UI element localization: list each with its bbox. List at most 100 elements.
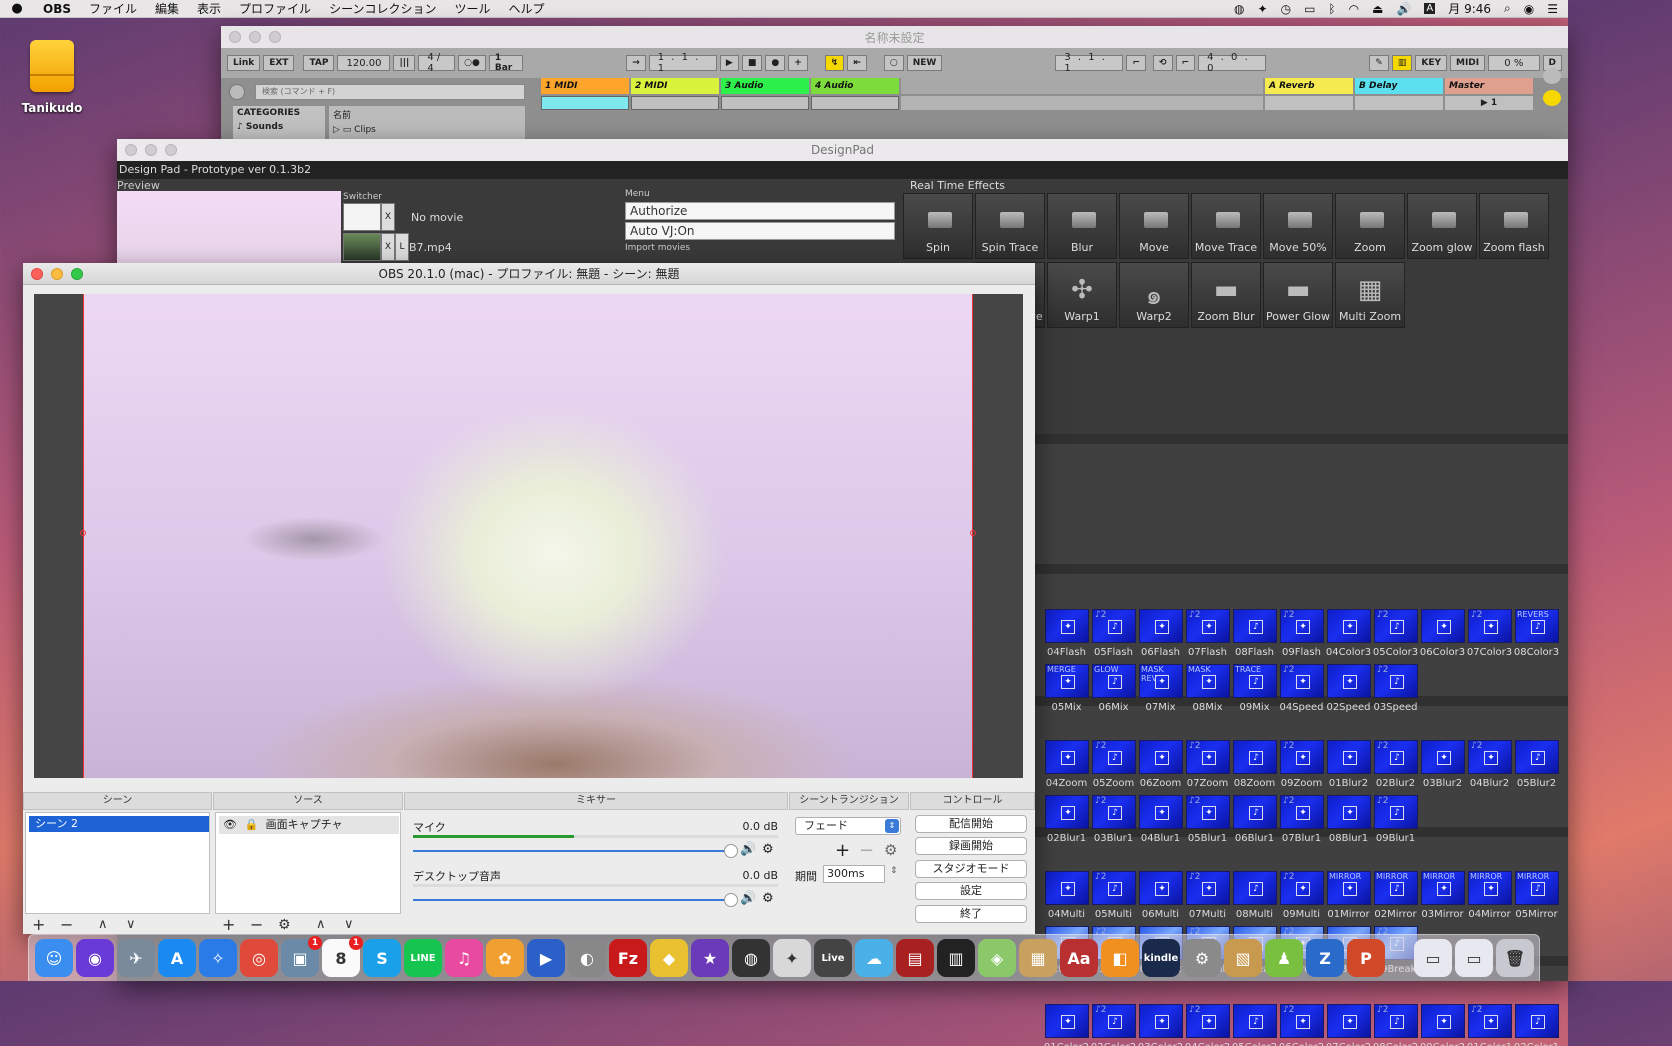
dock-books-icon[interactable]: ◧ — [1101, 939, 1139, 977]
add-scene-icon[interactable]: + — [32, 917, 45, 933]
speaker-icon[interactable]: 🔊 — [740, 842, 756, 857]
clip-tile[interactable]: ✦♪2 — [1186, 609, 1230, 643]
dock-downloads-icon[interactable]: ▭ — [1414, 939, 1452, 977]
key-map-button[interactable]: KEY — [1415, 55, 1447, 71]
dock-android-icon[interactable]: ♟ — [1265, 939, 1303, 977]
clip-tile[interactable]: ✦♪2 — [1280, 740, 1324, 774]
obs-preview-canvas[interactable] — [34, 294, 1023, 778]
switcher-clear-button[interactable]: X — [381, 233, 395, 261]
ext-button[interactable]: EXT — [263, 55, 295, 71]
move-up-icon[interactable]: ∧ — [316, 918, 326, 932]
clip-slot[interactable] — [631, 96, 719, 110]
clip-slot[interactable] — [1265, 96, 1353, 110]
clip-tile[interactable]: ✦♪2 — [1468, 740, 1512, 774]
nudge-icon[interactable]: ||| — [393, 55, 416, 71]
track-2-midi[interactable]: 2 MIDI — [631, 78, 719, 94]
move-down-icon[interactable]: ∨ — [344, 918, 354, 932]
zoom-icon[interactable] — [165, 144, 177, 156]
apple-menu-icon[interactable]: ● — [0, 1, 34, 16]
clip-tile[interactable]: ♪ GLOW — [1092, 664, 1136, 698]
close-icon[interactable] — [229, 31, 241, 43]
dock-system-preferences-icon[interactable]: ⚙ — [1183, 939, 1221, 977]
dock-zoom-icon[interactable]: Z — [1306, 939, 1344, 977]
clip-tile[interactable]: ✦ — [1139, 871, 1183, 905]
mixer-mic-slider-knob[interactable] — [724, 844, 738, 858]
clip-tile[interactable]: ✦♪2 — [1186, 871, 1230, 905]
lock-icon[interactable]: 🔒 — [244, 818, 258, 831]
settings-button[interactable]: 設定 — [915, 882, 1027, 900]
computer-midi-icon[interactable]: ▥ — [1391, 55, 1413, 71]
gear-icon[interactable]: ⚙ — [762, 842, 774, 857]
loop-icon[interactable]: ⟲ — [1153, 55, 1173, 71]
browser-search-input[interactable]: 検索 (コマンド + F) — [255, 84, 525, 100]
clock[interactable]: 月 9:46 — [1448, 0, 1491, 17]
dock-tool-icon[interactable]: ✦ — [773, 939, 811, 977]
draw-mode-icon[interactable]: ✎ — [1369, 55, 1389, 71]
clip-tile[interactable]: ✦ MASK — [1186, 664, 1230, 698]
clip-tile[interactable]: ✦ — [1421, 740, 1465, 774]
dock-line-icon[interactable]: LINE — [404, 939, 442, 977]
drive-label[interactable]: Tanikudo — [14, 101, 90, 115]
follow-icon[interactable]: → — [626, 55, 646, 71]
tap-button[interactable]: TAP — [303, 55, 335, 71]
clip-tile[interactable]: ✦♪2 — [1186, 1004, 1230, 1038]
track-a-reverb[interactable]: A Reverb — [1265, 78, 1353, 94]
dock-skype-icon[interactable]: S — [363, 939, 401, 977]
dock-kindle-icon[interactable]: kindle — [1142, 939, 1180, 977]
zoom-icon[interactable] — [71, 268, 83, 280]
clip-tile[interactable]: ♪♪2 — [1374, 740, 1418, 774]
wifi-icon[interactable]: ◠ — [1349, 2, 1359, 16]
switcher-clear-button[interactable]: X — [381, 203, 395, 231]
clip-tile[interactable]: ✦ — [1327, 795, 1371, 829]
dock-notes-icon[interactable]: ▦ — [1019, 939, 1057, 977]
arrangement-position[interactable]: 1 . 1 . 1 — [648, 52, 717, 74]
clip-tile[interactable]: ♪♪2 — [1374, 609, 1418, 643]
effect-power-glow[interactable]: ▬ Power Glow — [1263, 262, 1333, 328]
minimize-icon[interactable] — [145, 144, 157, 156]
clip-tile[interactable]: ♪ — [1515, 740, 1559, 774]
link-button[interactable]: Link — [227, 55, 261, 71]
clip-tile[interactable]: ✦ — [1045, 740, 1089, 774]
menu-profile[interactable]: プロファイル — [230, 0, 320, 17]
remove-transition-icon[interactable]: − — [859, 840, 874, 861]
track-1-midi[interactable]: 1 MIDI — [541, 78, 629, 94]
airplay-icon[interactable]: ▭ — [1304, 2, 1315, 16]
transition-select[interactable]: フェード ⇕ — [795, 817, 901, 835]
effect-multi-zoom[interactable]: ▦ Multi Zoom — [1335, 262, 1405, 328]
exit-button[interactable]: 終了 — [915, 905, 1027, 923]
dock-siri-icon[interactable]: ◉ — [76, 939, 114, 977]
start-recording-button[interactable]: 録画開始 — [915, 837, 1027, 855]
dock-preview-icon[interactable]: ▣ 1 — [281, 936, 322, 977]
obs-status-icon[interactable]: ◍ — [1234, 2, 1244, 16]
clip-tile[interactable]: ♪♪2 — [1374, 1004, 1418, 1038]
clip-tile[interactable]: ✦ — [1327, 740, 1371, 774]
clip-tile[interactable]: ✦ — [1045, 795, 1089, 829]
clip-tile[interactable]: ✦ — [1421, 609, 1465, 643]
clip-tile[interactable]: ✦ — [1139, 1004, 1183, 1038]
menu-view[interactable]: 表示 — [188, 0, 230, 17]
dock-imovie-icon[interactable]: ★ — [691, 939, 729, 977]
remove-scene-icon[interactable]: − — [60, 917, 73, 933]
source-item[interactable]: 👁 🔒 画面キャプチャ — [219, 816, 399, 834]
eject-icon[interactable]: ⏏ — [1372, 2, 1383, 16]
clip-tile[interactable]: ✦ MIRROR — [1468, 871, 1512, 905]
clip-tile[interactable]: ♪ — [1233, 871, 1277, 905]
track-3-audio[interactable]: 3 Audio — [721, 78, 809, 94]
clip-tile[interactable]: ♪ — [1233, 609, 1277, 643]
clip-tile[interactable]: ♪♪2 — [1374, 664, 1418, 698]
menu-help[interactable]: ヘルプ — [499, 0, 553, 17]
mixer-desktop-slider-knob[interactable] — [724, 893, 738, 907]
clip-tile[interactable]: ✦ — [1045, 871, 1089, 905]
eye-icon[interactable]: 👁 — [223, 818, 237, 831]
clip-tile[interactable]: ✦♪2 — [1468, 1004, 1512, 1038]
clip-tile[interactable]: ♪ — [1233, 1004, 1277, 1038]
browser-toggle-icon[interactable] — [229, 84, 245, 100]
category-sounds[interactable]: ♪ Sounds — [237, 122, 321, 132]
overdub-icon[interactable]: + — [788, 55, 808, 71]
notification-center-icon[interactable]: ☰ — [1547, 2, 1558, 16]
time-signature[interactable]: 4 / 4 — [418, 52, 456, 74]
dock-safari-icon[interactable]: ✧ — [199, 939, 237, 977]
switcher-thumb-empty[interactable] — [343, 203, 381, 231]
clip-tile[interactable]: ♪♪2 — [1374, 795, 1418, 829]
close-icon[interactable] — [31, 268, 43, 280]
